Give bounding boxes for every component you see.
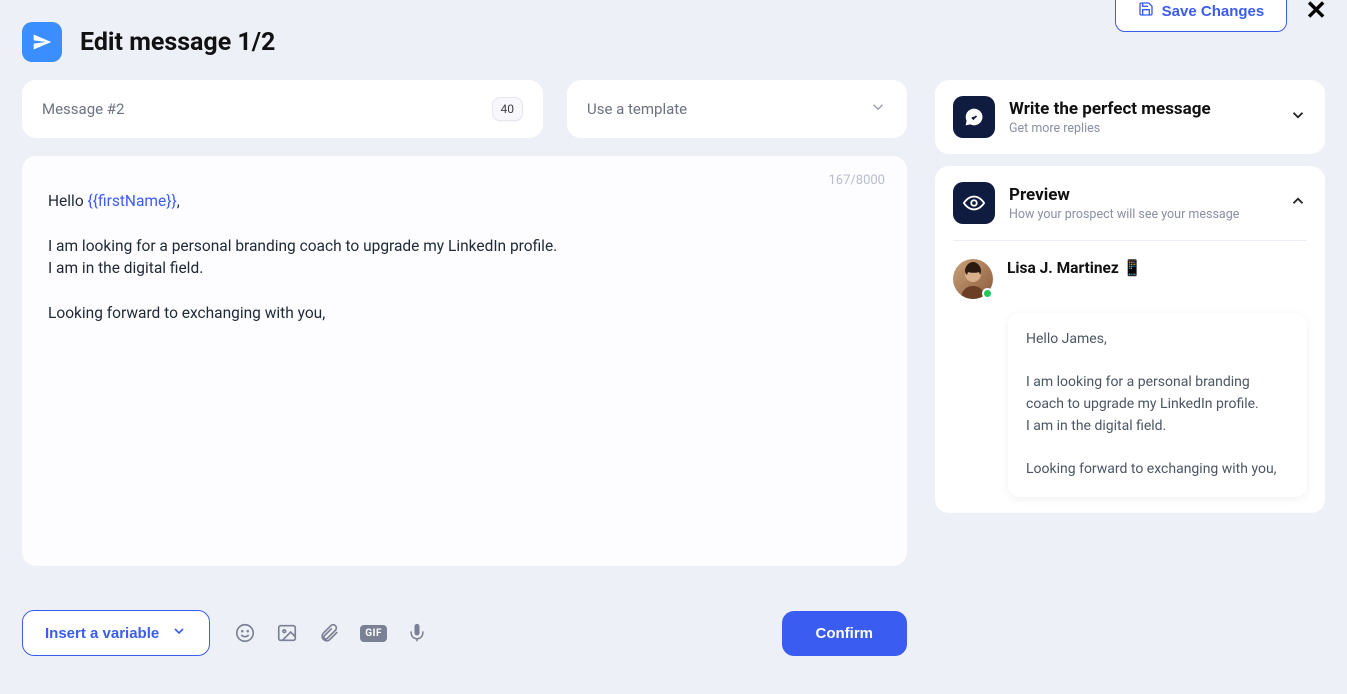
chevron-down-icon[interactable] (1289, 106, 1307, 128)
attachment-icon[interactable] (318, 622, 340, 644)
confirm-button[interactable]: Confirm (782, 611, 908, 656)
microphone-icon[interactable] (407, 622, 427, 644)
message-label-card: Message #2 40 (22, 80, 543, 138)
eye-icon (953, 182, 995, 224)
save-changes-label: Save Changes (1162, 3, 1265, 20)
message-number-label: Message #2 (42, 100, 124, 118)
insert-variable-button[interactable]: Insert a variable (22, 610, 210, 656)
close-icon[interactable]: ✕ (1305, 0, 1327, 24)
avatar (953, 259, 993, 299)
template-select[interactable]: Use a template (567, 80, 907, 138)
save-icon (1138, 1, 1154, 21)
gif-icon[interactable]: GIF (360, 625, 387, 642)
char-count: 167/8000 (828, 172, 885, 191)
perfect-message-panel[interactable]: Write the perfect message Get more repli… (935, 80, 1325, 154)
presence-indicator (982, 288, 993, 299)
template-placeholder: Use a template (587, 100, 687, 118)
prospect-name: Lisa J. Martinez 📱 (1007, 259, 1142, 277)
message-char-badge: 40 (492, 97, 524, 121)
emoji-icon[interactable] (234, 622, 256, 644)
preview-title: Preview (1009, 185, 1275, 205)
insert-variable-label: Insert a variable (45, 625, 159, 642)
perfect-subtitle: Get more replies (1009, 121, 1275, 136)
send-icon (22, 22, 62, 62)
chevron-up-icon[interactable] (1289, 192, 1307, 214)
editor-body: Hello {{firstName}},I am looking for a p… (48, 182, 881, 325)
perfect-title: Write the perfect message (1009, 99, 1275, 119)
chevron-down-icon (171, 623, 187, 643)
page-title: Edit message 1/2 (80, 28, 275, 57)
preview-message-bubble: Hello James, I am looking for a personal… (1008, 313, 1307, 497)
save-changes-button[interactable]: Save Changes (1115, 0, 1288, 32)
chevron-down-icon (869, 98, 887, 120)
image-icon[interactable] (276, 622, 298, 644)
chat-icon (953, 96, 995, 138)
preview-panel: Preview How your prospect will see your … (935, 166, 1325, 513)
editor-toolbar: Insert a variable GIF (22, 610, 907, 656)
message-editor[interactable]: 167/8000 Hello {{firstName}},I am lookin… (22, 156, 907, 566)
firstname-variable: {{firstName}} (88, 192, 177, 210)
phone-emoji: 📱 (1123, 259, 1142, 277)
preview-subtitle: How your prospect will see your message (1009, 207, 1275, 222)
